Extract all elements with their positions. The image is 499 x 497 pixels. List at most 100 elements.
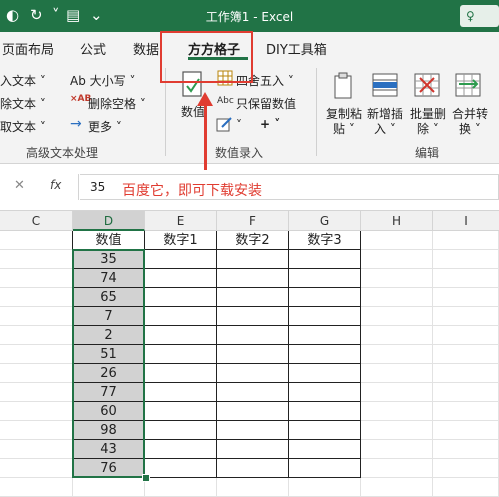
cell-h2[interactable] [361, 250, 433, 269]
cell-i5[interactable] [433, 307, 499, 326]
cancel-icon[interactable]: ✕ [14, 178, 25, 193]
cell-f9[interactable] [217, 383, 289, 402]
cell-h11[interactable] [361, 421, 433, 440]
cell-i12[interactable] [433, 440, 499, 459]
worksheet-grid[interactable]: 数值 数字1 数字2 数字3 35 74 65 7 2 51 26 77 60 98 43 76 [0, 231, 499, 497]
fill-handle[interactable] [142, 474, 150, 482]
cell-i3[interactable] [433, 269, 499, 288]
cell-i11[interactable] [433, 421, 499, 440]
delete-spaces-button[interactable]: 删除空格 ˅ [88, 95, 146, 112]
table-header-cell[interactable]: 数值 [73, 231, 145, 250]
cell-h4[interactable] [361, 288, 433, 307]
column-header-g[interactable]: G [289, 211, 361, 231]
cell-c8[interactable] [0, 364, 73, 383]
cell-h6[interactable] [361, 326, 433, 345]
cell-h1[interactable] [361, 231, 433, 250]
table-header-cell[interactable]: 数字3 [289, 231, 361, 250]
cell-i9[interactable] [433, 383, 499, 402]
table-header-cell[interactable]: 数字1 [145, 231, 217, 250]
merge-convert-dropdown[interactable]: 换 ˅ [459, 120, 481, 137]
table-header-cell[interactable]: 数字2 [217, 231, 289, 250]
keep-values-button[interactable]: 只保留数值 [236, 95, 296, 112]
cell-c2[interactable] [0, 250, 73, 269]
cell-g7[interactable] [289, 345, 361, 364]
cell-c11[interactable] [0, 421, 73, 440]
edit-dropdown[interactable]: ˅ [236, 118, 242, 132]
cell-g8[interactable] [289, 364, 361, 383]
insert-dropdown[interactable]: 入 ˅ [374, 120, 396, 137]
cell-i14[interactable] [433, 478, 499, 497]
cell-c9[interactable] [0, 383, 73, 402]
cell-e8[interactable] [145, 364, 217, 383]
cell-h3[interactable] [361, 269, 433, 288]
cell-e14[interactable] [145, 478, 217, 497]
cell-c7[interactable] [0, 345, 73, 364]
cell-h12[interactable] [361, 440, 433, 459]
tab-page-layout[interactable]: 页面布局 [2, 39, 54, 58]
cell-i13[interactable] [433, 459, 499, 478]
tab-formulas[interactable]: 公式 [80, 39, 106, 58]
cell-f4[interactable] [217, 288, 289, 307]
cell-c14[interactable] [0, 478, 73, 497]
cell-e10[interactable] [145, 402, 217, 421]
column-header-i[interactable]: I [433, 211, 499, 231]
cell-c4[interactable] [0, 288, 73, 307]
cell-e13[interactable] [145, 459, 217, 478]
cell-f7[interactable] [217, 345, 289, 364]
cell-f14[interactable] [217, 478, 289, 497]
column-header-h[interactable]: H [361, 211, 433, 231]
cell-i4[interactable] [433, 288, 499, 307]
cell-f5[interactable] [217, 307, 289, 326]
cell-h14[interactable] [361, 478, 433, 497]
column-header-c[interactable]: C [0, 211, 73, 231]
case-button[interactable]: Ab 大小写 ˅ [70, 72, 135, 89]
copy-paste-dropdown[interactable]: 贴 ˅ [333, 120, 355, 137]
cell-g6[interactable] [289, 326, 361, 345]
cell-h13[interactable] [361, 459, 433, 478]
batch-delete-dropdown[interactable]: 除 ˅ [417, 120, 439, 137]
cell-g4[interactable] [289, 288, 361, 307]
cell-f8[interactable] [217, 364, 289, 383]
cell-i8[interactable] [433, 364, 499, 383]
cell-d14[interactable] [73, 478, 145, 497]
cell-h8[interactable] [361, 364, 433, 383]
cell-f10[interactable] [217, 402, 289, 421]
cell-e7[interactable] [145, 345, 217, 364]
cell-c6[interactable] [0, 326, 73, 345]
cell-f3[interactable] [217, 269, 289, 288]
cell-g9[interactable] [289, 383, 361, 402]
cell-i1[interactable] [433, 231, 499, 250]
column-header-f[interactable]: F [217, 211, 289, 231]
cell-i2[interactable] [433, 250, 499, 269]
cell-g14[interactable] [289, 478, 361, 497]
cell-g11[interactable] [289, 421, 361, 440]
tab-diy-toolbox[interactable]: DIY工具箱 [266, 39, 327, 58]
cell-e5[interactable] [145, 307, 217, 326]
cell-c12[interactable] [0, 440, 73, 459]
cell-g3[interactable] [289, 269, 361, 288]
cell-c5[interactable] [0, 307, 73, 326]
cell-f6[interactable] [217, 326, 289, 345]
cell-g13[interactable] [289, 459, 361, 478]
cell-c3[interactable] [0, 269, 73, 288]
cell-i7[interactable] [433, 345, 499, 364]
cell-h5[interactable] [361, 307, 433, 326]
plus-button[interactable]: + ˅ [260, 117, 280, 131]
column-header-e[interactable]: E [145, 211, 217, 231]
cell-c13[interactable] [0, 459, 73, 478]
cell-f2[interactable] [217, 250, 289, 269]
cell-c10[interactable] [0, 402, 73, 421]
cell-i6[interactable] [433, 326, 499, 345]
extract-text-button[interactable]: 取文本 ˅ [0, 118, 46, 135]
cell-c1[interactable] [0, 231, 73, 250]
cell-f12[interactable] [217, 440, 289, 459]
cell-h9[interactable] [361, 383, 433, 402]
cell-i10[interactable] [433, 402, 499, 421]
cell-g10[interactable] [289, 402, 361, 421]
delete-text-button[interactable]: 除文本 ˅ [0, 95, 46, 112]
cell-e9[interactable] [145, 383, 217, 402]
tab-data[interactable]: 数据 [133, 39, 159, 58]
more-button[interactable]: 更多 ˅ [88, 118, 122, 135]
cell-e6[interactable] [145, 326, 217, 345]
cell-f11[interactable] [217, 421, 289, 440]
